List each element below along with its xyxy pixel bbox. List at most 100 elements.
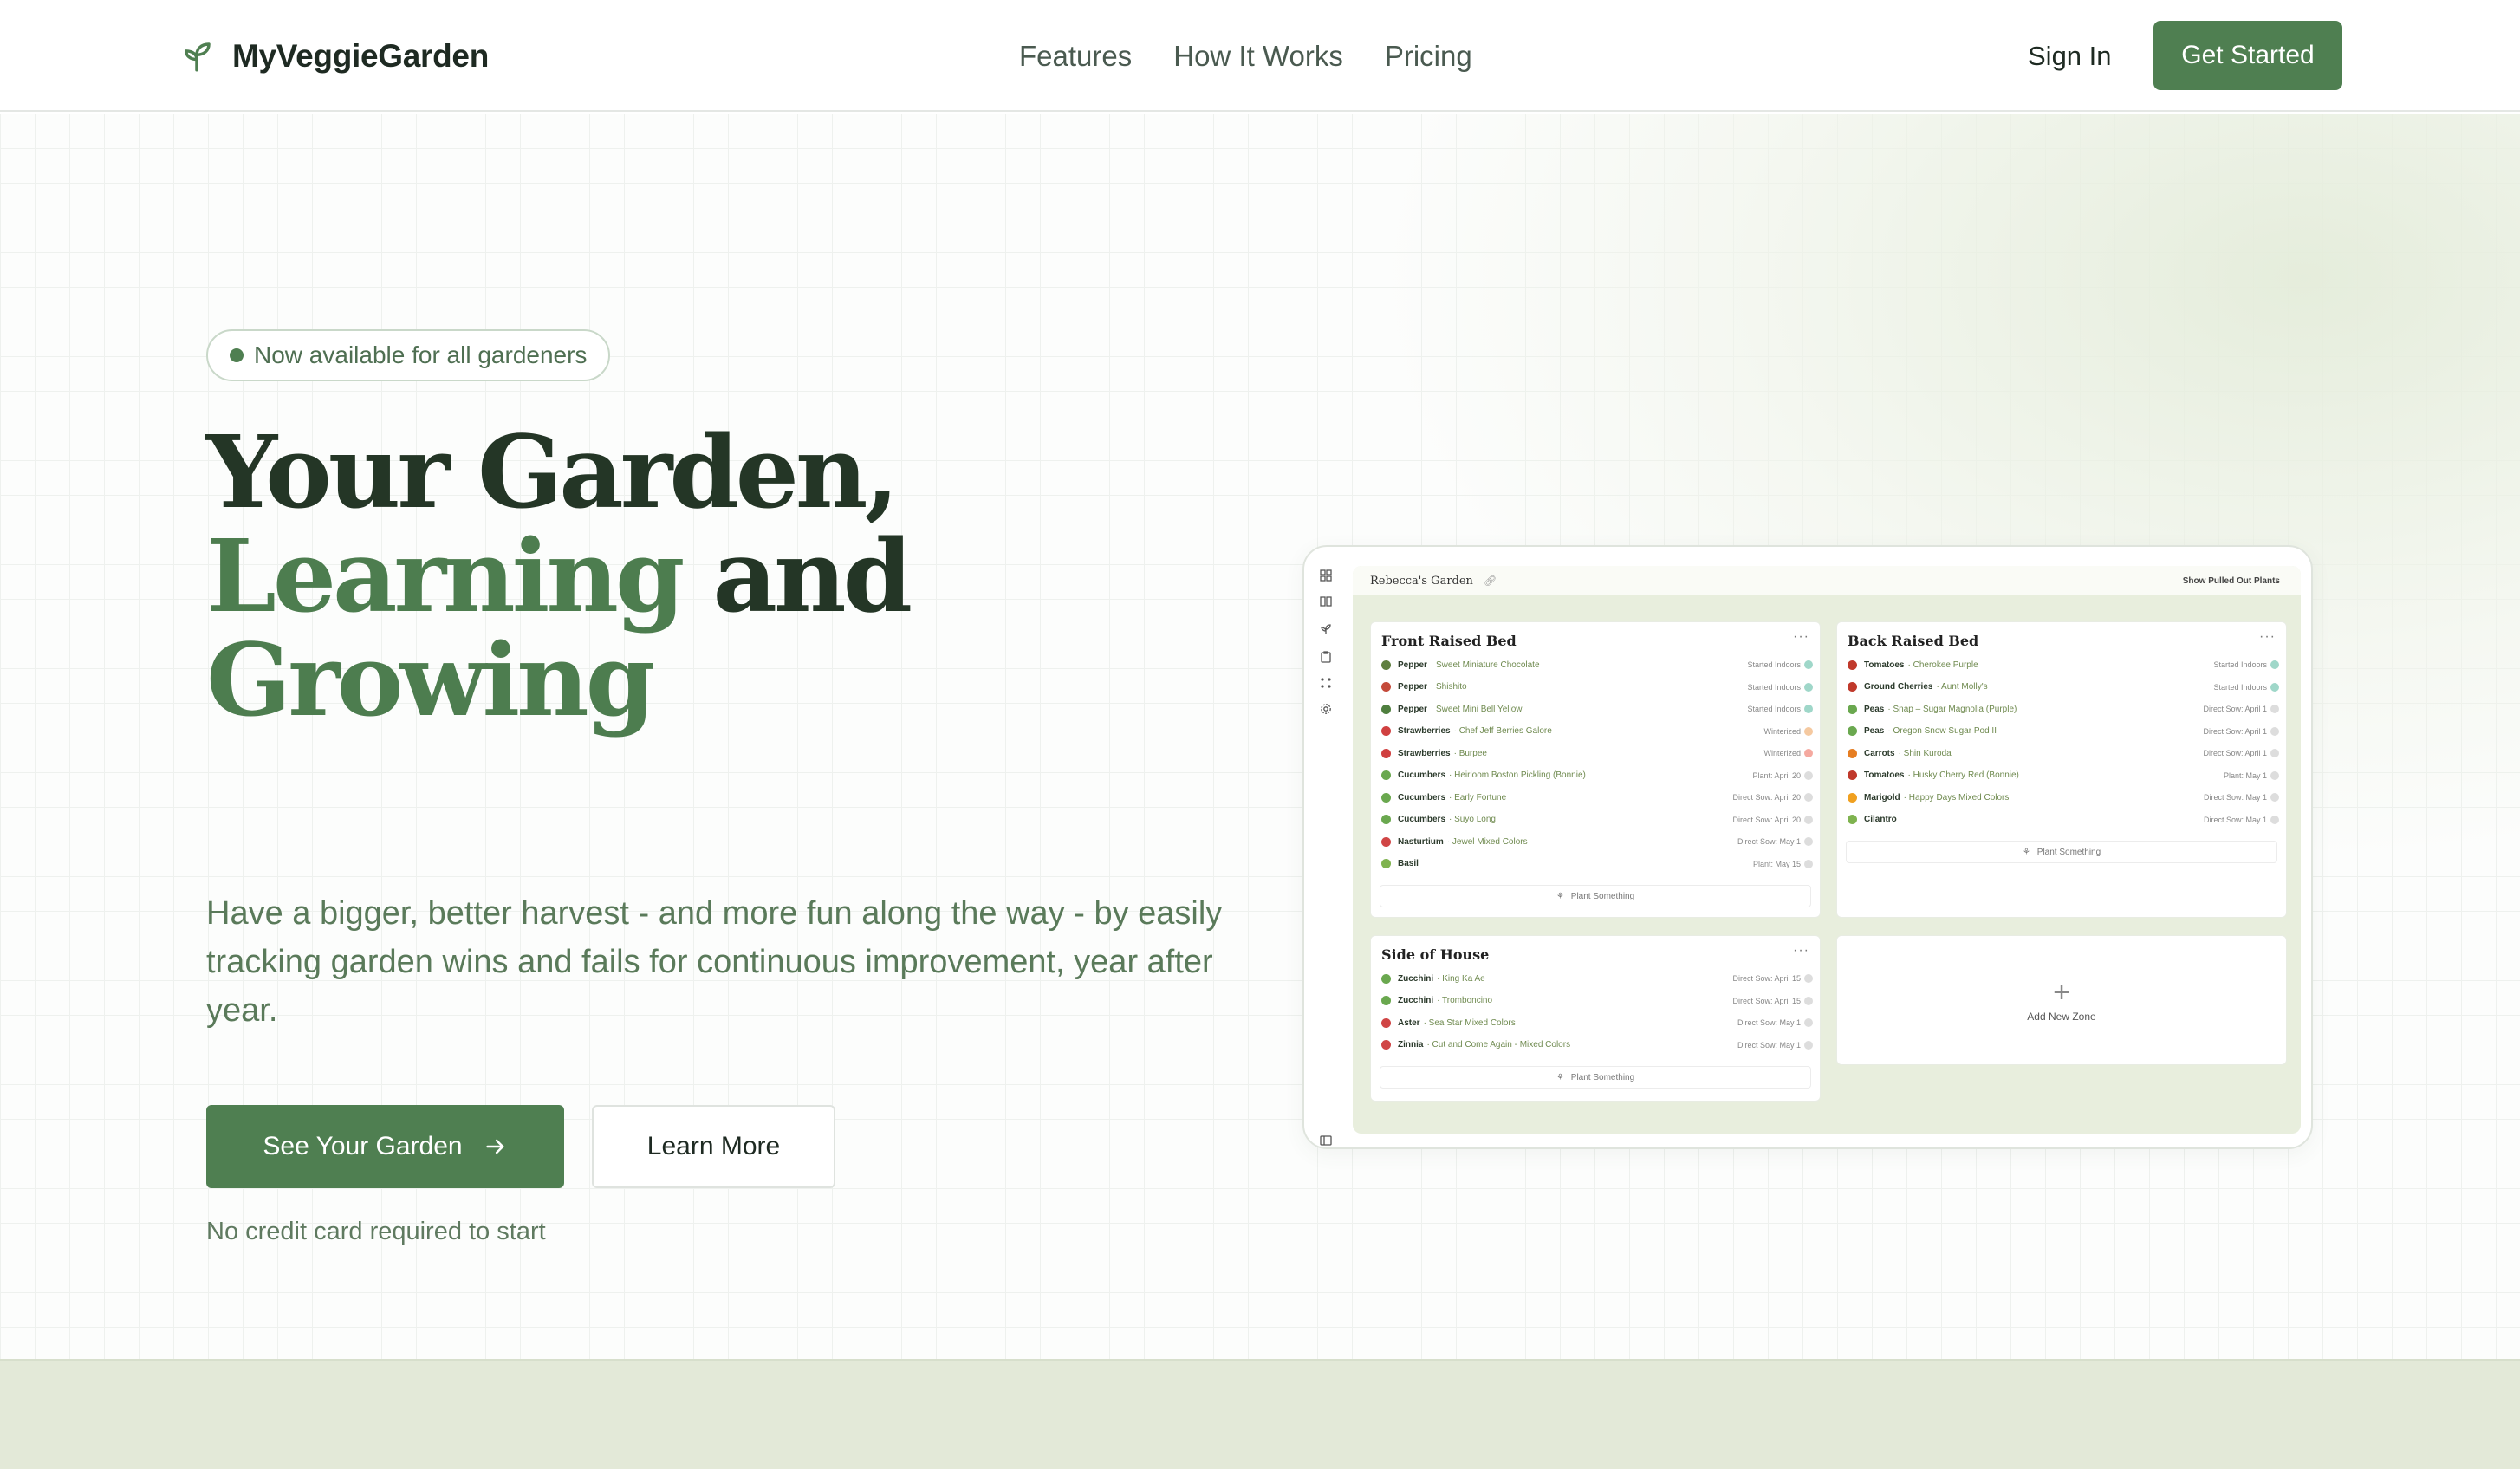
plant-icon xyxy=(1381,836,1391,847)
plant-name: Cucumbers xyxy=(1398,770,1446,780)
plant-status: Started Indoors xyxy=(1747,682,1801,692)
plant-status: Started Indoors xyxy=(2213,682,2267,692)
plant-row[interactable]: Aster · Sea Star Mixed Colors xyxy=(1381,1015,1516,1030)
plant-name: Cucumbers xyxy=(1398,792,1446,803)
plant-row[interactable]: Pepper · Shishito xyxy=(1381,679,1467,695)
plant-row[interactable]: Tomatoes · Husky Cherry Red (Bonnie) xyxy=(1848,768,2019,783)
main-nav: Features How It Works Pricing xyxy=(1019,35,1472,78)
more-icon[interactable]: ··· xyxy=(1793,943,1809,959)
availability-badge: Now available for all gardeners xyxy=(206,329,611,381)
plant-name: Marigold xyxy=(1864,792,1900,803)
plant-row[interactable]: Peas · Oregon Snow Sugar Pod II xyxy=(1848,724,1997,739)
plant-row[interactable]: Cucumbers · Heirloom Boston Pickling (Bon… xyxy=(1381,768,1586,783)
plant-status: Plant: May 15 xyxy=(1752,859,1801,868)
arrow-right-icon xyxy=(485,1139,504,1154)
plant-status: Winterized xyxy=(1763,749,1801,757)
plant-row[interactable]: Pepper · Sweet Mini Bell Yellow xyxy=(1381,701,1523,717)
apps-icon xyxy=(1321,678,1331,688)
plant-row[interactable]: Cucumbers · Suyo Long xyxy=(1381,812,1496,828)
status-dot xyxy=(1804,1040,1813,1050)
status-dot xyxy=(2270,682,2279,692)
plant-variety: · Shin Kuroda xyxy=(1898,748,1952,758)
status-dot xyxy=(2270,726,2279,736)
nav-how-it-works[interactable]: How It Works xyxy=(1173,35,1343,78)
add-new-zone-card[interactable]: + Add New Zone xyxy=(1836,935,2287,1065)
headline-learning: Learning xyxy=(206,518,685,635)
plant-row[interactable]: Pepper · Sweet Miniature Chocolate xyxy=(1381,657,1540,673)
plant-something-label: Plant Something xyxy=(2036,847,2101,857)
plant-name: Pepper xyxy=(1398,660,1427,670)
plant-row[interactable]: Zucchini · King Ka Ae xyxy=(1381,971,1485,986)
plant-name: Strawberries xyxy=(1398,726,1451,736)
status-dot xyxy=(1804,815,1813,824)
gear-icon xyxy=(1321,704,1331,714)
plant-variety: · Suyo Long xyxy=(1449,815,1496,824)
status-dot xyxy=(1804,749,1813,757)
plant-icon xyxy=(1381,770,1391,780)
status-dot xyxy=(2270,815,2279,824)
plant-status: Direct Sow: April 1 xyxy=(2203,726,2267,736)
plant-row[interactable]: Nasturtium · Jewel Mixed Colors xyxy=(1381,834,1528,849)
more-icon[interactable]: ··· xyxy=(1793,629,1809,645)
zone-title: Front Raised Bed xyxy=(1381,633,1517,649)
plant-row[interactable]: Peas · Snap – Sugar Magnolia (Purple) xyxy=(1848,701,2017,717)
status-dot xyxy=(2270,705,2279,713)
plant-status: Plant: April 20 xyxy=(1752,770,1801,780)
plant-icon xyxy=(1381,660,1391,670)
plant-row[interactable]: Cucumbers · Early Fortune xyxy=(1381,790,1506,805)
plant-row[interactable]: Cilantro xyxy=(1848,812,1900,828)
plant-icon xyxy=(1848,704,1857,714)
brand[interactable]: MyVeggieGarden xyxy=(179,33,489,80)
no-credit-card-note: No credit card required to start xyxy=(206,1218,546,1245)
plant-variety: · Sweet Mini Bell Yellow xyxy=(1430,704,1523,714)
garden-name: Rebecca's Garden xyxy=(1370,574,1473,588)
plant-icon xyxy=(1381,996,1391,1005)
plant-icon xyxy=(1381,748,1391,758)
plant-variety: · Aunt Molly's xyxy=(1936,682,1988,692)
plant-status: Direct Sow: April 20 xyxy=(1732,815,1801,824)
show-pulled-toggle[interactable]: Show Pulled Out Plants xyxy=(2183,576,2280,586)
see-your-garden-label: See Your Garden xyxy=(263,1132,463,1160)
plus-icon: + xyxy=(2053,976,2070,1009)
sign-in-link[interactable]: Sign In xyxy=(2028,35,2112,78)
more-icon[interactable]: ··· xyxy=(2259,629,2276,645)
plant-variety: · Chef Jeff Berries Galore xyxy=(1453,726,1552,736)
plant-name: Peas xyxy=(1864,726,1885,736)
sprout-icon: ⚘ xyxy=(1556,891,1564,901)
plant-row[interactable]: Ground Cherries · Aunt Molly's xyxy=(1848,679,1988,695)
plant-status: Direct Sow: May 1 xyxy=(1737,1018,1801,1027)
plant-something-button[interactable]: ⚘ Plant Something xyxy=(1846,841,2277,863)
see-your-garden-button[interactable]: See Your Garden xyxy=(206,1105,564,1188)
get-started-button[interactable]: Get Started xyxy=(2153,21,2342,90)
plant-status: Started Indoors xyxy=(1747,660,1801,669)
status-dot xyxy=(1804,682,1813,692)
plant-row[interactable]: Zinnia · Cut and Come Again - Mixed Color… xyxy=(1381,1037,1570,1053)
plant-status: Direct Sow: April 1 xyxy=(2203,705,2267,713)
sidebar-toggle-icon xyxy=(1320,1135,1332,1146)
plant-something-button[interactable]: ⚘ Plant Something xyxy=(1380,885,1811,907)
plant-row[interactable]: Carrots · Shin Kuroda xyxy=(1848,745,1952,761)
preview-main: Rebecca's Garden 🔗︎ Show Pulled Out Plan… xyxy=(1353,566,2301,1134)
plant-name: Tomatoes xyxy=(1864,770,1905,780)
status-dot xyxy=(1804,996,1813,1005)
zone-title: Side of House xyxy=(1381,946,1490,963)
plant-status: Winterized xyxy=(1763,726,1801,736)
plant-icon xyxy=(1848,815,1857,824)
plant-row[interactable]: Zucchini · Tromboncino xyxy=(1381,993,1492,1009)
learn-more-button[interactable]: Learn More xyxy=(592,1105,835,1188)
nav-features[interactable]: Features xyxy=(1019,35,1132,78)
plant-row[interactable]: Marigold · Happy Days Mixed Colors xyxy=(1848,790,2009,805)
plant-status: Direct Sow: April 15 xyxy=(1732,974,1801,983)
plant-row[interactable]: Strawberries · Chef Jeff Berries Galore xyxy=(1381,724,1552,739)
status-dot xyxy=(1804,726,1813,736)
preview-topbar: Rebecca's Garden 🔗︎ Show Pulled Out Plan… xyxy=(1353,566,2301,595)
plant-variety: · King Ka Ae xyxy=(1437,973,1485,984)
plant-name: Cilantro xyxy=(1864,815,1897,824)
plant-row[interactable]: Basil xyxy=(1381,856,1422,872)
hero-section: Now available for all gardeners Your Gar… xyxy=(0,114,2520,1359)
plant-something-button[interactable]: ⚘ Plant Something xyxy=(1380,1066,1811,1089)
plant-row[interactable]: Strawberries · Burpee xyxy=(1381,745,1487,761)
status-dot xyxy=(1804,705,1813,713)
nav-pricing[interactable]: Pricing xyxy=(1385,35,1472,78)
plant-row[interactable]: Tomatoes · Cherokee Purple xyxy=(1848,657,1978,673)
